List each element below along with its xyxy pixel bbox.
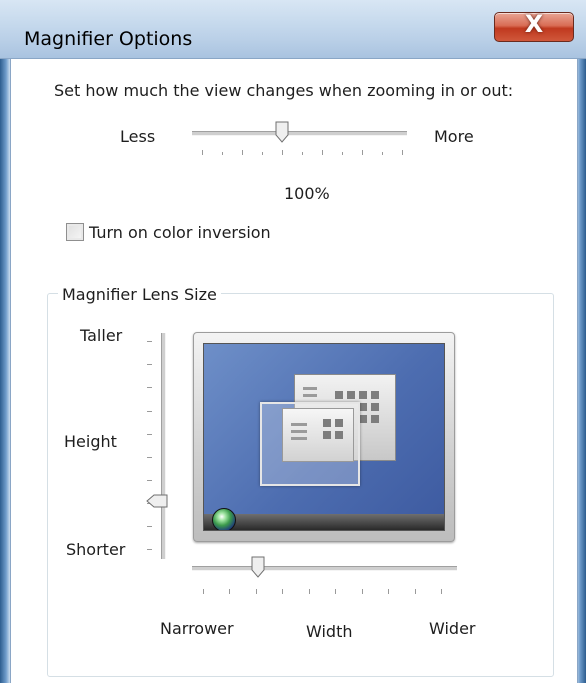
height-tick [147,457,152,458]
grid-square [359,391,367,399]
height-tick [147,434,152,435]
width-tick [415,589,416,594]
grid-square [371,415,379,423]
width-tick [203,589,204,594]
dialog-client-area: Set how much the view changes when zoomi… [10,59,578,683]
zoom-prompt: Set how much the view changes when zoomi… [54,81,514,100]
title-bar[interactable]: Magnifier Options X [0,0,586,59]
window-line [291,423,307,426]
width-label: Width [306,622,353,641]
height-tick [147,411,152,412]
zoom-tick [362,150,363,155]
grid-square [359,403,367,411]
zoom-tick [282,150,283,155]
monitor-preview-icon [193,332,455,542]
height-tick [147,387,152,388]
zoom-tick [322,150,323,155]
height-tick [147,480,152,481]
window-line [291,437,307,440]
zoom-tick [242,150,243,155]
zoom-less-label: Less [120,127,156,146]
zoom-tick [262,152,263,155]
width-tick [309,589,310,594]
window-line [303,394,317,397]
window-title: Magnifier Options [24,28,193,50]
height-tick [147,549,152,550]
taller-label: Taller [80,326,123,345]
zoom-slider-thumb[interactable] [275,121,289,143]
close-button[interactable]: X [494,10,574,42]
grid-square [323,419,331,427]
zoom-value: 100% [284,184,330,203]
zoom-more-label: More [434,127,474,146]
grid-square [335,419,343,427]
grid-square [371,403,379,411]
height-slider-track[interactable] [161,333,166,559]
start-orb-icon [212,508,236,530]
window-line [303,387,317,390]
grid-square [335,431,343,439]
shorter-label: Shorter [66,540,126,559]
height-label: Height [64,432,117,451]
width-slider-track[interactable] [192,566,457,571]
height-slider-thumb[interactable] [146,494,168,508]
grid-square [347,391,355,399]
narrower-label: Narrower [160,619,234,638]
width-tick [388,589,389,594]
wider-label: Wider [429,619,476,638]
height-tick [147,526,152,527]
zoom-tick [402,150,403,155]
width-tick [335,589,336,594]
zoom-tick [302,152,303,155]
grid-square [359,415,367,423]
width-tick [229,589,230,594]
width-tick [256,589,257,594]
zoom-tick [382,152,383,155]
taskbar-preview [204,508,444,530]
lens-window-preview [282,408,354,462]
color-inversion-label[interactable]: Turn on color inversion [89,223,271,242]
zoom-tick [222,152,223,155]
close-icon: X [524,10,544,38]
grid-square [371,391,379,399]
grid-square [335,391,343,399]
grid-square [323,431,331,439]
lens-size-group-title: Magnifier Lens Size [58,285,221,304]
height-tick [147,341,152,342]
zoom-tick [202,150,203,155]
window-line [291,430,307,433]
color-inversion-checkbox[interactable] [66,223,84,241]
width-tick [282,589,283,594]
width-slider-thumb[interactable] [251,556,265,578]
width-tick [441,589,442,594]
zoom-slider-track[interactable] [192,131,407,136]
zoom-tick [342,152,343,155]
lens-area-preview [260,402,360,486]
height-tick [147,364,152,365]
width-tick [362,589,363,594]
desktop-preview [203,343,445,531]
